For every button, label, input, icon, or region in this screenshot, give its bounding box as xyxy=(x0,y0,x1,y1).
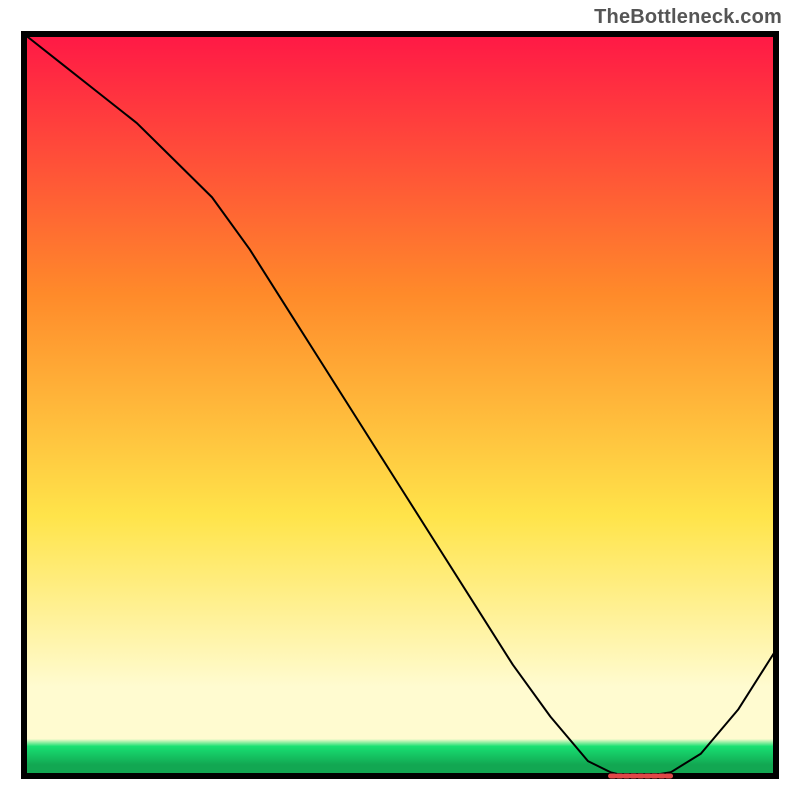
chart-container: TheBottleneck.com xyxy=(0,0,800,800)
chart-svg xyxy=(20,30,780,780)
chart-plot xyxy=(20,30,780,780)
watermark-text: TheBottleneck.com xyxy=(594,6,782,29)
